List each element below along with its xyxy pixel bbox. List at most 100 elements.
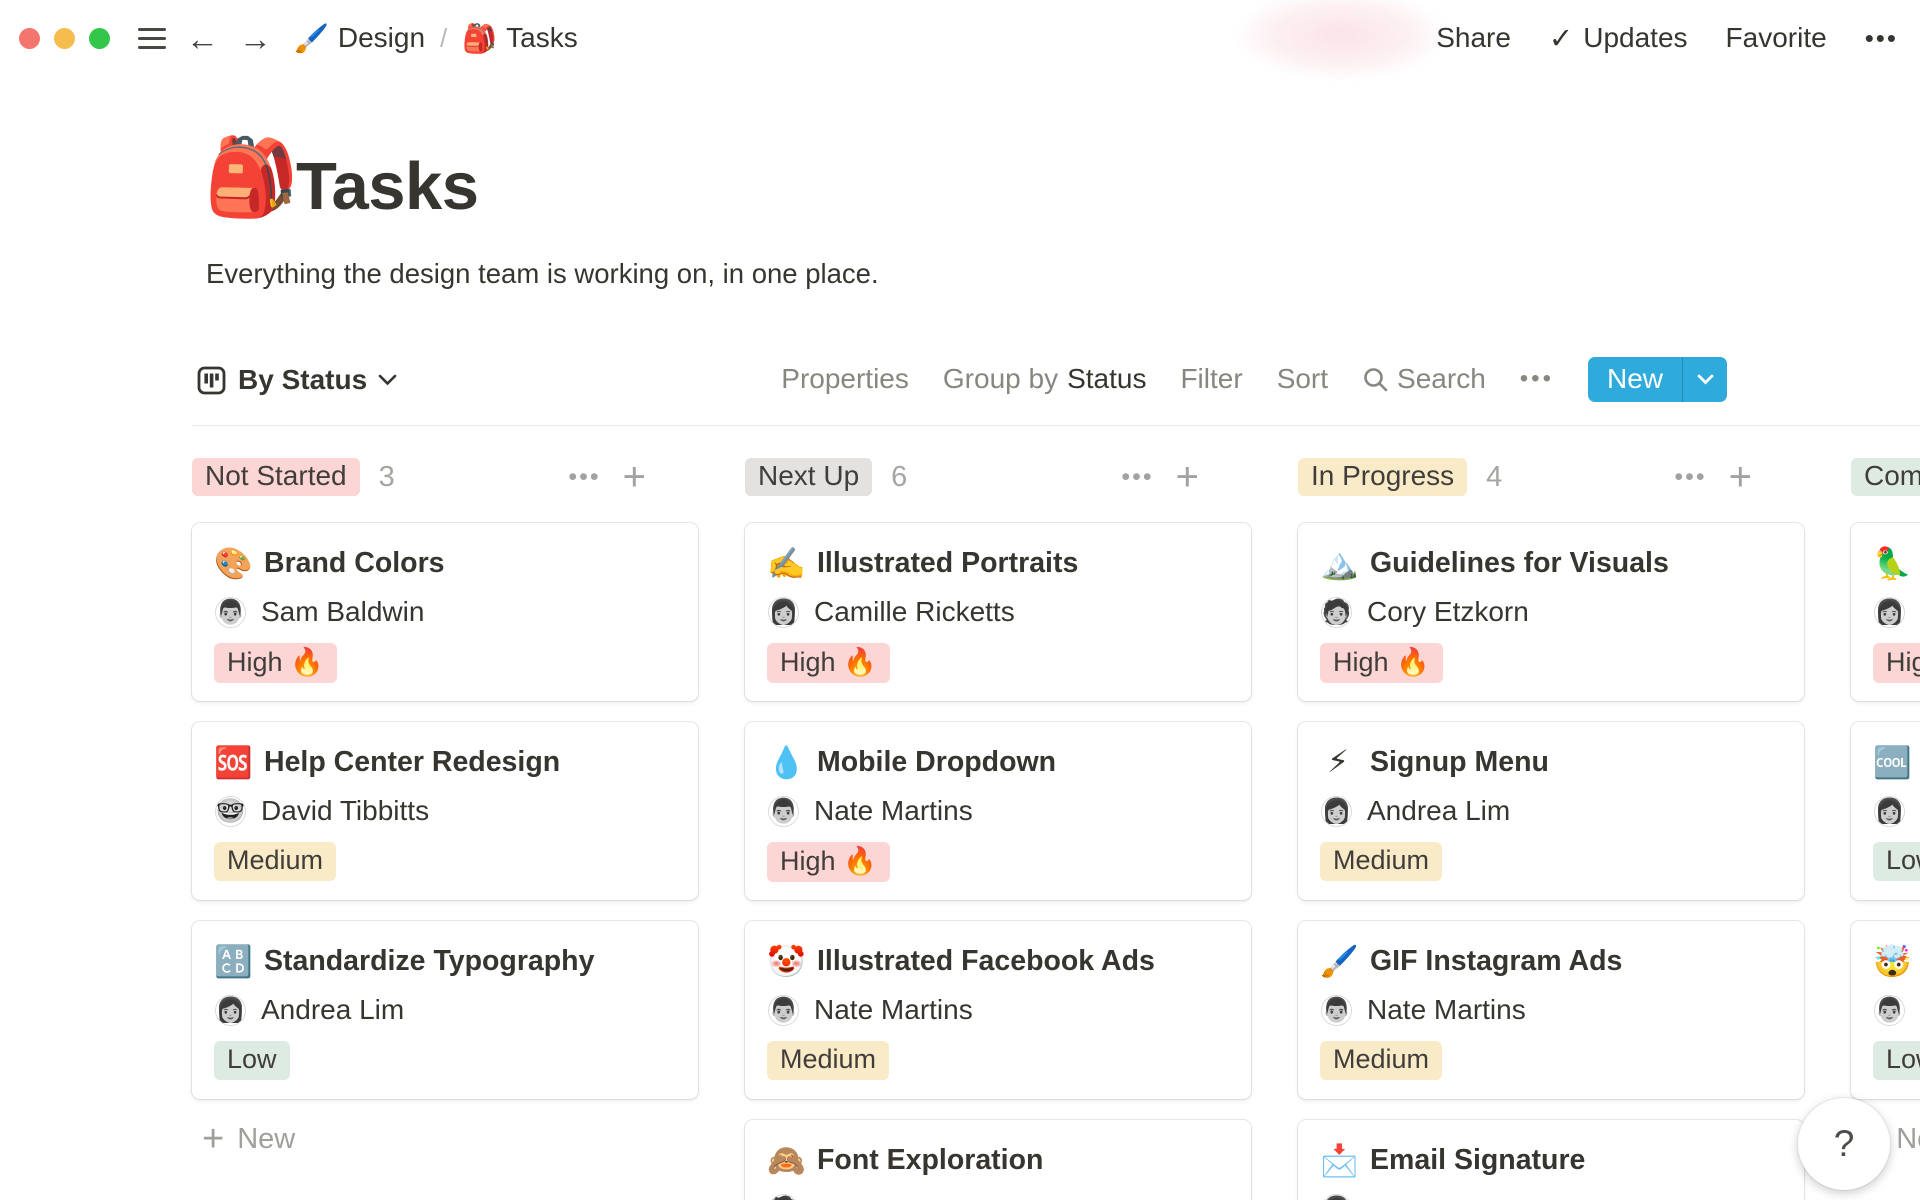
- task-emoji-icon: 💧: [767, 744, 806, 780]
- task-card[interactable]: 🤯H 👨N Low: [1851, 921, 1920, 1099]
- priority-badge: High 🔥: [767, 842, 890, 882]
- forward-arrow-icon[interactable]: →: [239, 22, 272, 55]
- updates-button[interactable]: Updates: [1583, 22, 1687, 54]
- chevron-down-icon: [1697, 374, 1713, 384]
- column-status-badge[interactable]: Complete: [1851, 458, 1920, 496]
- new-button[interactable]: New: [1587, 356, 1727, 402]
- column-add-icon[interactable]: +: [1729, 457, 1752, 497]
- column-more-icon[interactable]: •••: [1674, 463, 1706, 492]
- task-card[interactable]: ✍️ Illustrated Portraits 👩 Camille Ricketts…: [745, 523, 1251, 701]
- zoom-window-button[interactable]: [89, 27, 110, 49]
- filter-button[interactable]: Filter: [1180, 363, 1242, 395]
- search-button[interactable]: Search: [1362, 363, 1486, 395]
- properties-button[interactable]: Properties: [781, 363, 909, 395]
- task-card[interactable]: 🏔️ Guidelines for Visuals 🧑 Cory Etzkorn Hig…: [1298, 523, 1804, 701]
- task-card[interactable]: 🦜U 👩C High 🔥: [1851, 523, 1920, 701]
- board-column: Complete•••+🦜U👩CHigh 🔥🆒E👩ALow🤯H👨NLow+New: [1851, 458, 1920, 1200]
- group-by-value: Status: [1067, 363, 1147, 394]
- board-column: In Progress 4 ••• + 🏔️ Guidelines for Visuals…: [1298, 457, 1804, 1200]
- task-card[interactable]: ⚡ Signup Menu 👩 Andrea Lim Medium: [1298, 722, 1804, 900]
- chevron-down-icon: [378, 374, 397, 386]
- task-assignee-row: 👨 Sam Baldwin: [214, 596, 676, 628]
- new-button-label[interactable]: New: [1588, 357, 1682, 402]
- task-card[interactable]: 🤡 Illustrated Facebook Ads 👨 Nate Martins Me…: [745, 921, 1251, 1099]
- column-add-icon[interactable]: +: [623, 457, 646, 497]
- view-name: By Status: [238, 364, 368, 395]
- priority-badge: Low: [214, 1041, 290, 1080]
- column-status-badge[interactable]: In Progress: [1298, 458, 1468, 496]
- task-card[interactable]: 📩 Email Signature 👩: [1298, 1120, 1804, 1200]
- task-card[interactable]: 🖌️ GIF Instagram Ads 👨 Nate Martins Medium: [1298, 921, 1804, 1099]
- task-title-row: 📩 Email Signature: [1320, 1141, 1782, 1179]
- close-window-button[interactable]: [19, 27, 40, 49]
- task-title: Help Center Redesign: [264, 745, 561, 778]
- check-icon: ✓: [1548, 22, 1574, 55]
- assignee-name: Cory Etzkorn: [1367, 596, 1529, 627]
- task-card[interactable]: 💧 Mobile Dropdown 👨 Nate Martins High 🔥: [745, 722, 1251, 900]
- task-card[interactable]: 🆒E 👩A Low: [1851, 722, 1920, 900]
- more-options-icon[interactable]: •••: [1865, 23, 1898, 54]
- task-title-row: 🆒E: [1873, 743, 1920, 781]
- task-card[interactable]: 🎨 Brand Colors 👨 Sam Baldwin High 🔥: [192, 523, 698, 701]
- priority-badge: Medium: [1320, 1041, 1443, 1080]
- sort-button[interactable]: Sort: [1277, 363, 1328, 395]
- priority-badge: Medium: [214, 842, 337, 881]
- task-title-row: 🖌️ GIF Instagram Ads: [1320, 942, 1782, 980]
- task-emoji-icon: 🙈: [767, 1142, 806, 1178]
- task-title: Email Signature: [1370, 1143, 1586, 1176]
- task-card[interactable]: 🙈 Font Exploration 🧑: [745, 1120, 1251, 1200]
- task-title: Guidelines for Visuals: [1370, 546, 1669, 579]
- search-label: Search: [1397, 363, 1486, 394]
- column-header: Next Up 6 ••• +: [745, 457, 1251, 497]
- column-header-icons: ••• +: [568, 457, 646, 497]
- task-title: Signup Menu: [1370, 745, 1549, 778]
- assignee-avatar: 👨: [769, 796, 798, 826]
- assignee-avatar: 👩: [769, 597, 798, 627]
- window-topbar: ← → 🖌️ Design / 🎒 Tasks Share ✓ Updates …: [0, 0, 1920, 78]
- column-status-badge[interactable]: Next Up: [745, 458, 873, 496]
- task-assignee-row: 👩 Camille Ricketts: [767, 596, 1229, 628]
- task-emoji-icon: 🆒: [1873, 744, 1912, 780]
- task-title: Standardize Typography: [264, 944, 595, 977]
- breadcrumb-item-design[interactable]: 🖌️ Design: [294, 22, 425, 55]
- priority-badge: Medium: [1320, 842, 1443, 881]
- view-selector[interactable]: By Status: [196, 355, 397, 405]
- page-icon-backpack[interactable]: 🎒: [204, 132, 299, 223]
- favorite-button[interactable]: Favorite: [1726, 22, 1827, 54]
- breadcrumb-item-tasks[interactable]: 🎒 Tasks: [462, 22, 577, 55]
- task-title: Font Exploration: [817, 1143, 1044, 1176]
- task-card[interactable]: 🆘 Help Center Redesign 🤓 David Tibbitts Medi…: [192, 722, 698, 900]
- back-arrow-icon[interactable]: ←: [186, 22, 219, 55]
- column-more-icon[interactable]: •••: [568, 463, 600, 492]
- task-assignee-row: 👩C: [1873, 596, 1920, 628]
- task-title: Illustrated Facebook Ads: [817, 944, 1155, 977]
- minimize-window-button[interactable]: [54, 27, 75, 49]
- task-emoji-icon: 🏔️: [1320, 545, 1359, 581]
- add-card-button[interactable]: + New: [192, 1120, 698, 1158]
- column-more-icon[interactable]: •••: [1121, 463, 1153, 492]
- breadcrumb-label: Design: [337, 22, 426, 53]
- column-header: Not Started 3 ••• +: [192, 457, 698, 497]
- assignee-name: Nate Martins: [814, 994, 973, 1025]
- task-emoji-icon: 🔠: [214, 943, 253, 979]
- new-dropdown-button[interactable]: [1683, 357, 1727, 402]
- share-button[interactable]: Share: [1436, 22, 1511, 54]
- toolbar-more-icon[interactable]: •••: [1520, 365, 1554, 393]
- board-column: Not Started 3 ••• + 🎨 Brand Colors 👨 Sam Baldwi…: [192, 457, 698, 1200]
- help-button[interactable]: ?: [1798, 1098, 1890, 1190]
- task-title: Brand Colors: [264, 546, 445, 579]
- task-assignee-row: 👨 Nate Martins: [767, 994, 1229, 1026]
- task-card[interactable]: 🔠 Standardize Typography 👩 Andrea Lim Low: [192, 921, 698, 1099]
- assignee-avatar: 🧑: [1322, 597, 1351, 627]
- column-header: In Progress 4 ••• +: [1298, 457, 1804, 497]
- column-add-icon[interactable]: +: [1176, 457, 1199, 497]
- task-title: GIF Instagram Ads: [1370, 944, 1623, 977]
- assignee-name: Andrea Lim: [1367, 795, 1511, 826]
- sidebar-toggle-icon[interactable]: [138, 27, 166, 49]
- task-title-row: 🏔️ Guidelines for Visuals: [1320, 544, 1782, 582]
- column-status-badge[interactable]: Not Started: [192, 458, 360, 496]
- group-by-label: Group by: [942, 363, 1059, 394]
- task-assignee-row: 👩: [1320, 1193, 1782, 1200]
- search-icon: [1364, 367, 1388, 391]
- group-by-button[interactable]: Group by Status: [943, 363, 1147, 395]
